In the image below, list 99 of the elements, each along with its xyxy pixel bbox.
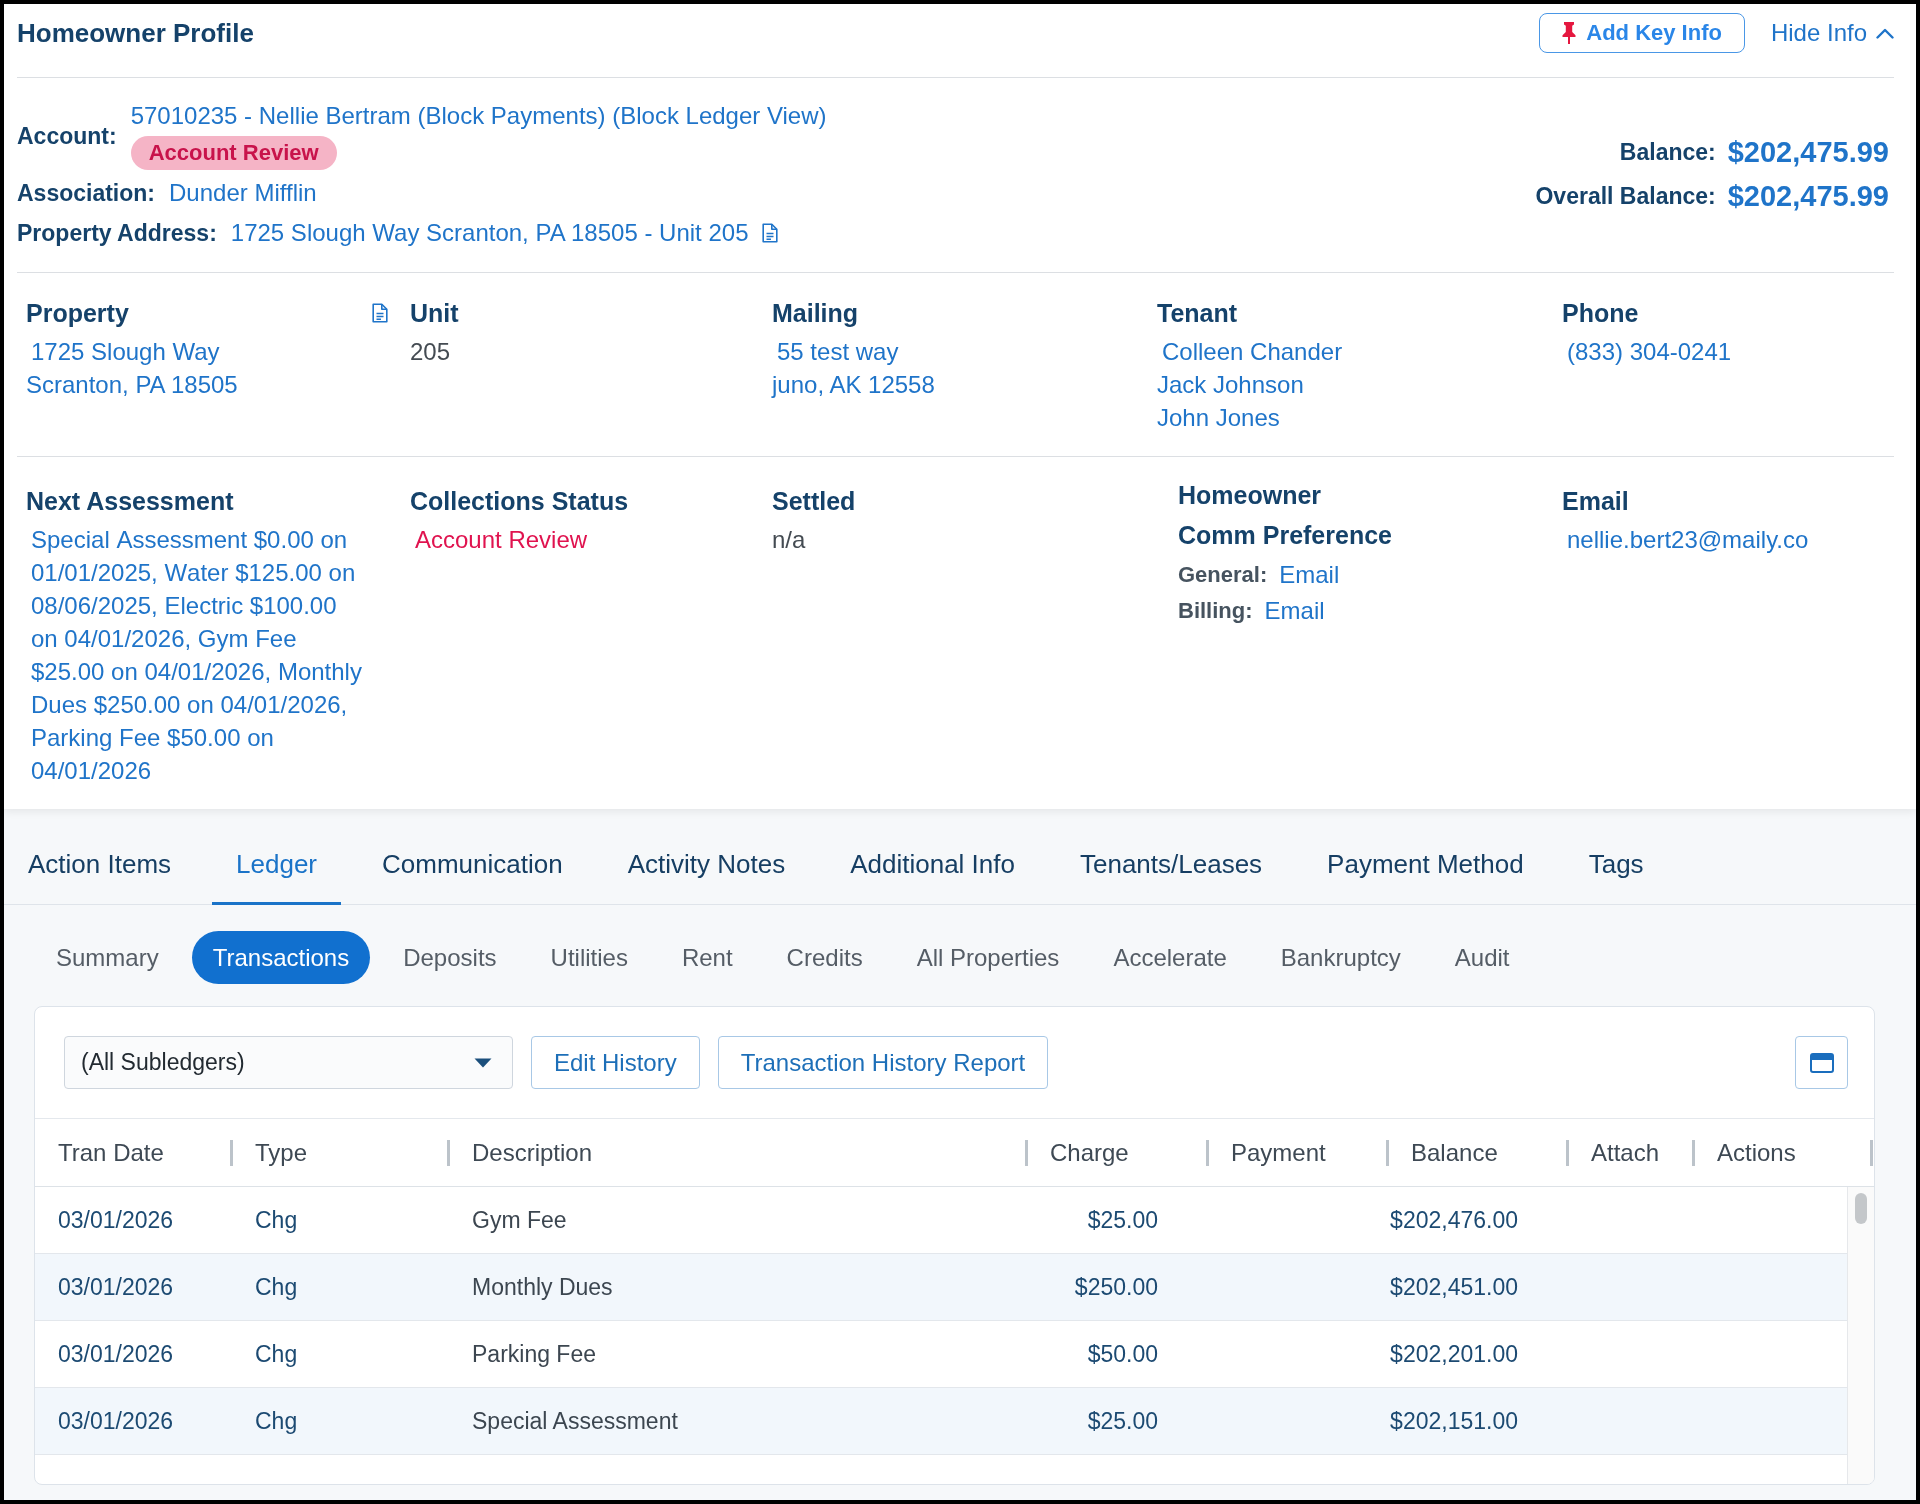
property-address-link[interactable]: 1725 Slough Way Scranton, PA 18505 - Unit 205 <box>230 219 749 247</box>
subtab[interactable]: Accelerate <box>1092 931 1248 984</box>
tab[interactable]: Communication <box>358 827 587 905</box>
balance-amount: $202,151.00 <box>1390 1407 1518 1435</box>
description-text: Monthly Dues <box>472 1273 613 1301</box>
field-heading: Property <box>26 299 129 327</box>
detail-link[interactable]: juno, AK 12558 <box>772 368 935 401</box>
tab[interactable]: Payment Method <box>1303 827 1548 905</box>
field-heading: Settled <box>772 487 856 515</box>
detail-link[interactable]: 1725 Slough Way <box>26 335 220 368</box>
detail-link[interactable]: Colleen Chander <box>1157 335 1343 368</box>
description-text: Special Assessment <box>472 1407 678 1435</box>
tab[interactable]: Tenants/Leases <box>1055 827 1287 905</box>
document-icon[interactable] <box>762 223 779 243</box>
type-text: Chg <box>255 1340 298 1368</box>
field-heading: Next Assessment <box>26 487 234 515</box>
detail-link[interactable]: nellie.bert23@maily.co <box>1562 523 1809 556</box>
chevron-up-icon <box>1876 27 1894 39</box>
subtab[interactable]: Deposits <box>382 931 518 984</box>
type-text: Chg <box>255 1407 298 1435</box>
subtab[interactable]: Summary <box>35 931 180 984</box>
balance-label: Balance: <box>1619 139 1716 166</box>
balance-label: Overall Balance: <box>1535 183 1716 210</box>
detail-link[interactable]: 55 test way <box>772 335 899 368</box>
preference-link[interactable]: Email <box>1264 593 1325 629</box>
subtab[interactable]: Credits <box>765 931 884 984</box>
tab[interactable]: Tags <box>1564 827 1668 905</box>
field-heading: Phone <box>1562 299 1639 327</box>
caret-down-icon <box>474 1057 492 1068</box>
column-header[interactable]: Attach <box>1591 1138 1660 1167</box>
preference-link[interactable]: Email <box>1279 557 1340 593</box>
window-icon <box>1809 1052 1834 1073</box>
balance-amount: $202,451.00 <box>1390 1273 1518 1301</box>
detail-link[interactable]: (833) 304-0241 <box>1562 335 1732 368</box>
date-text: 03/01/2026 <box>58 1340 174 1368</box>
subtab[interactable]: Utilities <box>529 931 649 984</box>
balance-amount: $202,476.00 <box>1390 1206 1518 1234</box>
add-key-info-button[interactable]: Add Key Info <box>1539 13 1745 53</box>
status-text: Account Review <box>414 525 588 555</box>
subtab[interactable]: Rent <box>660 931 754 984</box>
association-label: Association: <box>17 179 156 207</box>
detail-value: n/a <box>772 525 806 555</box>
status-badge: Account Review <box>130 136 337 170</box>
charge-amount: $25.00 <box>1087 1206 1158 1234</box>
field-heading: Mailing <box>772 299 859 327</box>
document-icon[interactable] <box>372 303 388 323</box>
panel-title: Homeowner Profile <box>17 17 254 49</box>
field-heading: Collections Status <box>410 487 629 515</box>
account-link[interactable]: 57010235 - Nellie Bertram (Block Payments) (Block Ledger View) <box>130 102 827 130</box>
column-header[interactable]: Payment <box>1231 1138 1326 1167</box>
column-header[interactable]: Actions <box>1717 1138 1796 1167</box>
toolbar-button[interactable]: Transaction History Report <box>717 1036 1049 1089</box>
type-text: Chg <box>255 1273 298 1301</box>
balance-amount: $202,475.99 <box>1727 180 1889 213</box>
balance-amount: $202,201.00 <box>1390 1340 1518 1368</box>
field-heading: Unit <box>410 299 459 327</box>
hide-info-link[interactable]: Hide Info <box>1770 19 1894 47</box>
subtab[interactable]: Transactions <box>191 931 371 984</box>
pushpin-icon <box>1562 22 1577 44</box>
detail-link[interactable]: John Jones <box>1157 401 1280 434</box>
field-heading: Homeowner Comm Preference <box>1178 480 1393 551</box>
detail-link[interactable]: Jack Johnson <box>1157 368 1304 401</box>
column-header[interactable]: Tran Date <box>58 1138 164 1167</box>
association-link[interactable]: Dunder Mifflin <box>169 179 317 207</box>
column-header[interactable]: Balance <box>1411 1138 1498 1167</box>
tab[interactable]: Ledger <box>212 827 342 905</box>
tab[interactable]: Additional Info <box>826 827 1039 905</box>
charge-amount: $25.00 <box>1087 1407 1158 1435</box>
assessment-link[interactable]: Special Assessment $0.00 on 01/01/2025, Water $125.00 on 08/06/2025, Electric $100.00 on 04/01/2026, Gym Fee $25.00 on 04/01/2026, Monthly Dues $250.00 on 04/01/2026, Parking Fee $50.00 on 04/01/2026 <box>26 523 366 787</box>
description-text: Gym Fee <box>472 1206 567 1234</box>
date-text: 03/01/2026 <box>58 1273 174 1301</box>
detail-value: 205 <box>410 337 451 367</box>
column-header[interactable]: Charge <box>1050 1138 1129 1167</box>
charge-amount: $250.00 <box>1074 1273 1158 1301</box>
type-text: Chg <box>255 1206 298 1234</box>
scrollbar[interactable] <box>1847 1187 1874 1484</box>
column-header[interactable]: Type <box>255 1138 308 1167</box>
account-label: Account: <box>17 122 117 150</box>
subtab[interactable]: All Properties <box>895 931 1081 984</box>
column-header[interactable]: Description <box>472 1138 593 1167</box>
date-text: 03/01/2026 <box>58 1407 174 1435</box>
preference-label: Billing: <box>1178 597 1253 625</box>
description-text: Parking Fee <box>472 1340 596 1368</box>
property-address-label: Property Address: <box>17 219 217 247</box>
subtab[interactable]: Audit <box>1433 931 1531 984</box>
scrollbar-thumb[interactable] <box>1855 1193 1867 1224</box>
subtab[interactable]: Bankruptcy <box>1259 931 1422 984</box>
field-heading: Tenant <box>1157 299 1238 327</box>
view-toggle-button[interactable] <box>1795 1036 1848 1089</box>
field-heading: Email <box>1562 487 1629 515</box>
toolbar-button[interactable]: Edit History <box>531 1036 700 1089</box>
tab[interactable]: Activity Notes <box>603 827 810 905</box>
detail-link[interactable]: Scranton, PA 18505 <box>26 368 238 401</box>
balance-amount: $202,475.99 <box>1727 136 1889 169</box>
preference-label: General: <box>1178 561 1268 589</box>
tab[interactable]: Action Items <box>4 827 196 905</box>
subledger-select[interactable]: (All Subledgers) <box>64 1036 513 1089</box>
charge-amount: $50.00 <box>1087 1340 1158 1368</box>
date-text: 03/01/2026 <box>58 1206 174 1234</box>
